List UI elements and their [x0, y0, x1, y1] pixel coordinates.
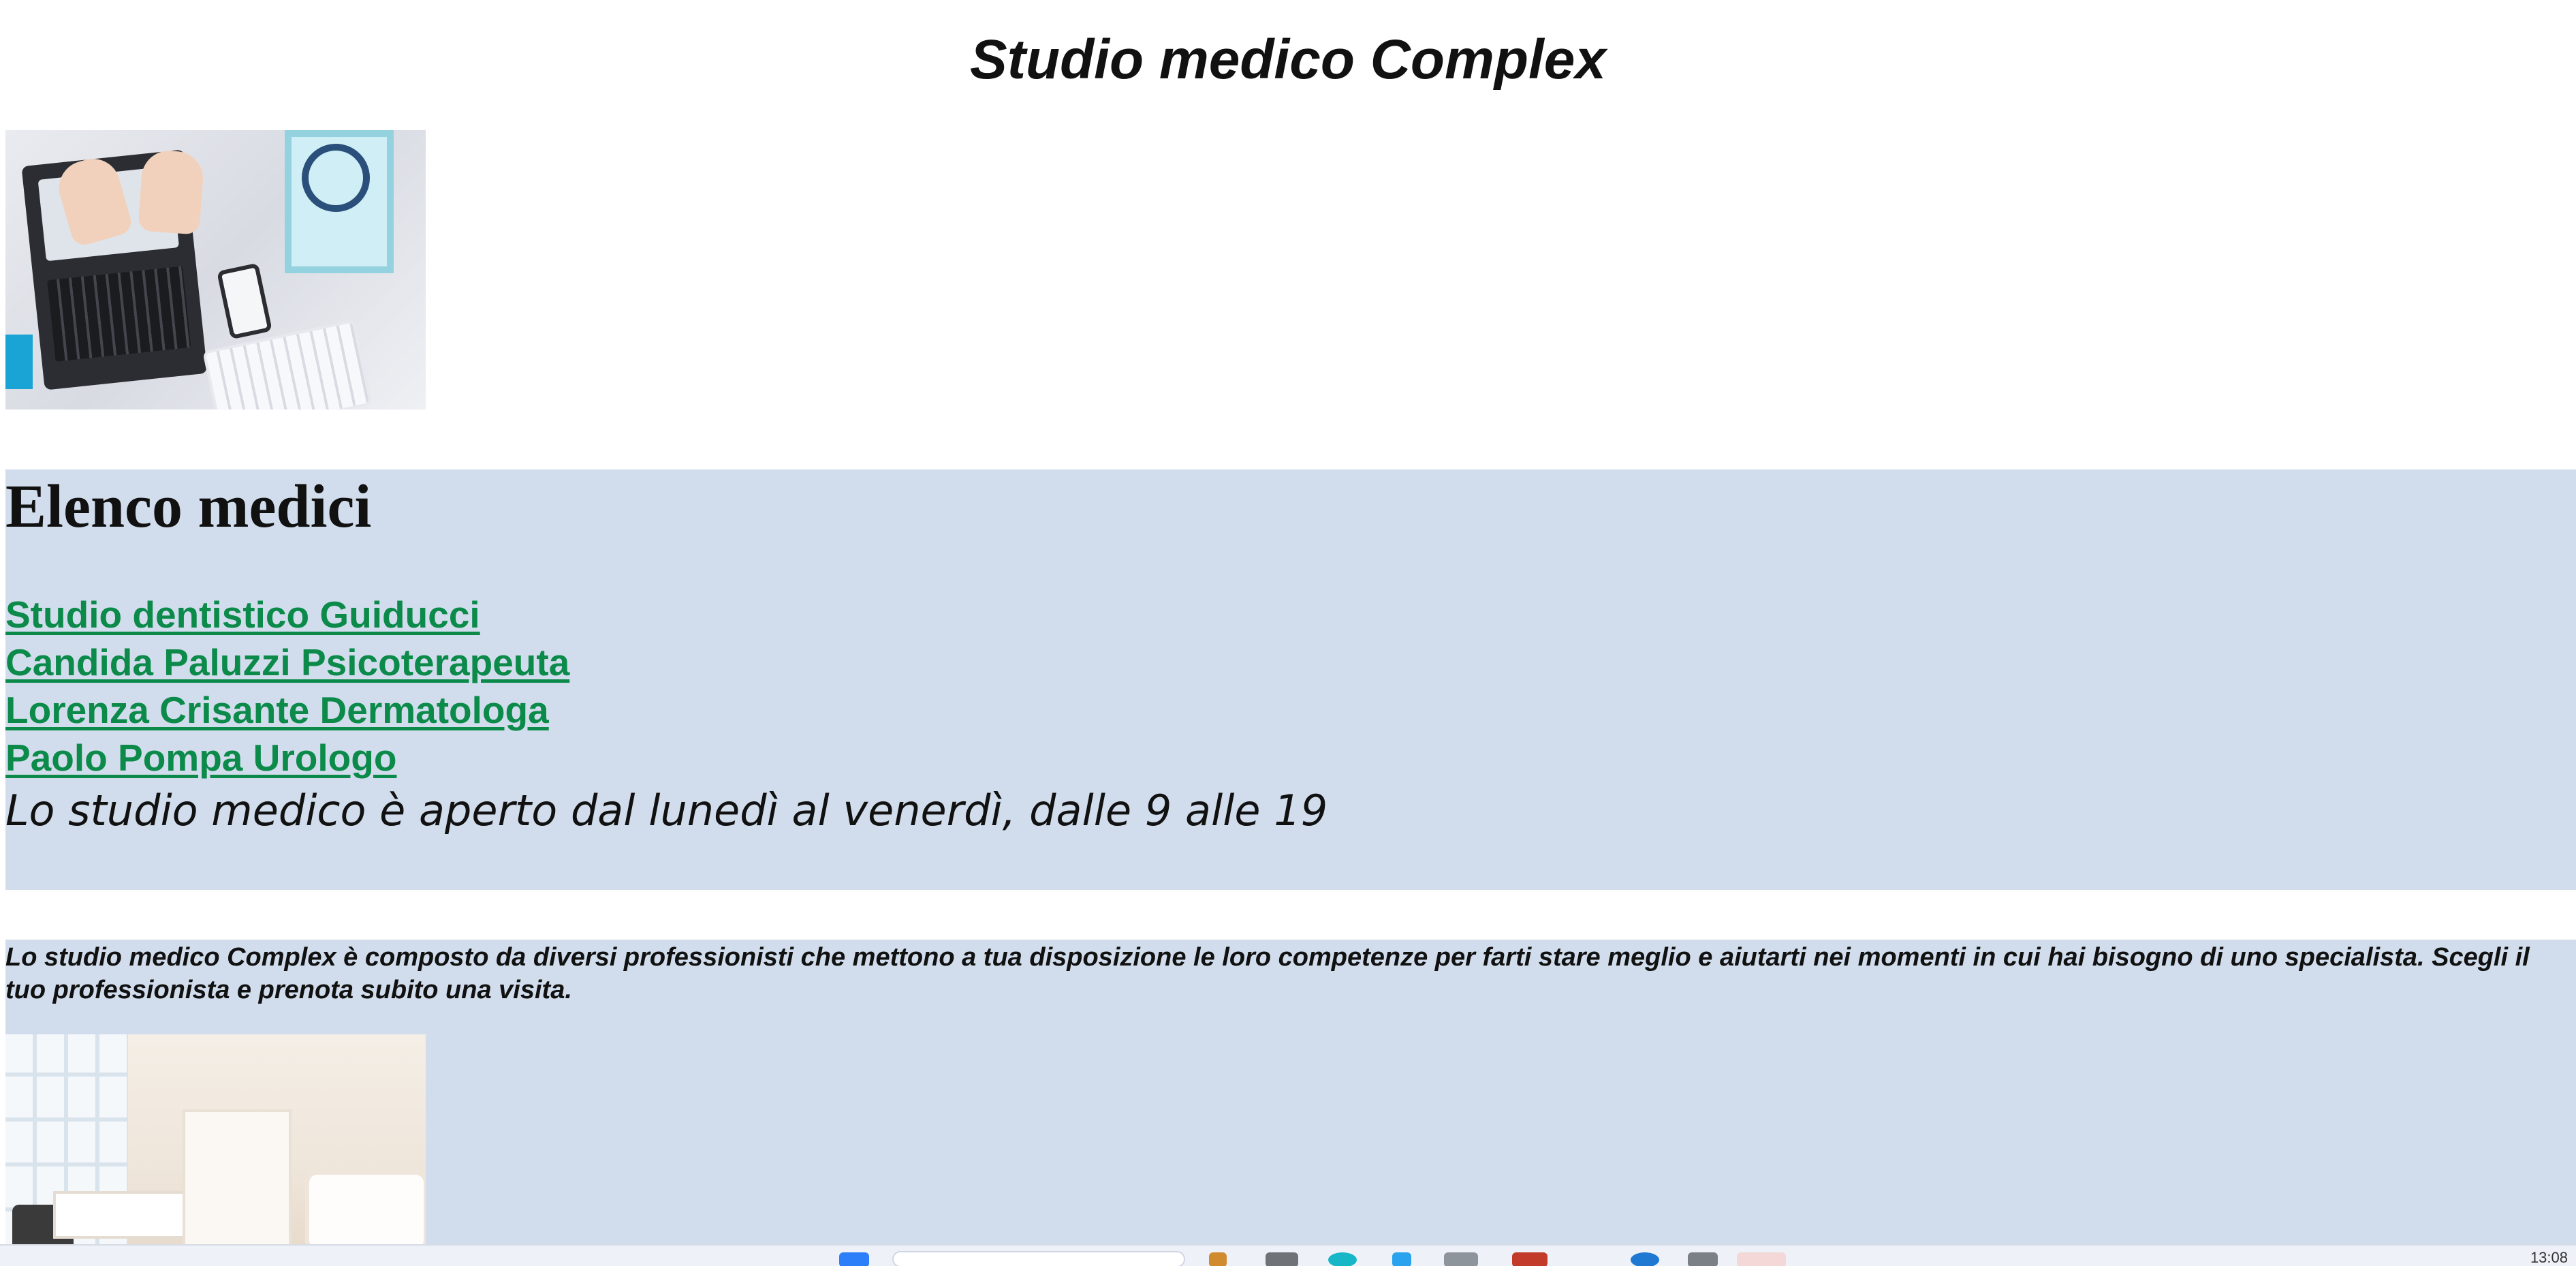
taskbar-app-icon[interactable]	[1392, 1252, 1411, 1266]
doctor-list: Studio dentistico Guiducci Candida Paluz…	[5, 591, 569, 782]
about-text: Lo studio medico Complex è composto da d…	[5, 943, 2530, 1004]
start-button-icon[interactable]	[839, 1252, 869, 1266]
taskbar-active-app-icon[interactable]	[1737, 1252, 1786, 1266]
taskbar-app-icon[interactable]	[1512, 1252, 1548, 1266]
phone-illustration	[217, 262, 272, 340]
doctor-link-pompa[interactable]: Paolo Pompa Urologo	[5, 734, 569, 782]
taskbar-browser-icon[interactable]	[1328, 1252, 1357, 1266]
about-section: Lo studio medico Complex è composto da d…	[5, 940, 2576, 1244]
doctors-heading: Elenco medici	[5, 473, 372, 540]
doctors-section: Elenco medici Studio dentistico Guiducci…	[5, 469, 2576, 890]
taskbar-app-icon[interactable]	[1444, 1252, 1478, 1266]
right-hand	[138, 149, 205, 235]
exam-bed-illustration	[305, 1171, 426, 1244]
hero-image-doctor-desk	[5, 130, 426, 410]
doctor-link-crisante[interactable]: Lorenza Crisante Dermatologa	[5, 686, 569, 734]
laptop-illustration	[21, 149, 208, 390]
taskbar: 13:08	[0, 1244, 2576, 1266]
blue-object-illustration	[5, 335, 33, 389]
doctor-link-guiducci[interactable]: Studio dentistico Guiducci	[5, 591, 569, 638]
laptop-keyboard	[47, 266, 191, 362]
taskbar-edge-icon[interactable]	[1631, 1252, 1659, 1266]
cabinet-illustration	[183, 1109, 292, 1244]
opening-hours: Lo studio medico è aperto dal lunedì al …	[5, 786, 1328, 835]
taskbar-app-icon[interactable]	[1209, 1252, 1227, 1266]
keyboard-illustration	[202, 319, 373, 410]
doctor-link-paluzzi[interactable]: Candida Paluzzi Psicoterapeuta	[5, 638, 569, 686]
office-room-image	[5, 1034, 426, 1244]
stethoscope-icon	[302, 144, 370, 212]
taskbar-app-icon[interactable]	[1688, 1252, 1718, 1266]
taskbar-clock[interactable]: 13:08	[2513, 1250, 2568, 1266]
taskbar-search-box[interactable]	[892, 1251, 1185, 1266]
page-title: Studio medico Complex	[970, 29, 1606, 91]
taskbar-app-icon[interactable]	[1266, 1252, 1298, 1266]
